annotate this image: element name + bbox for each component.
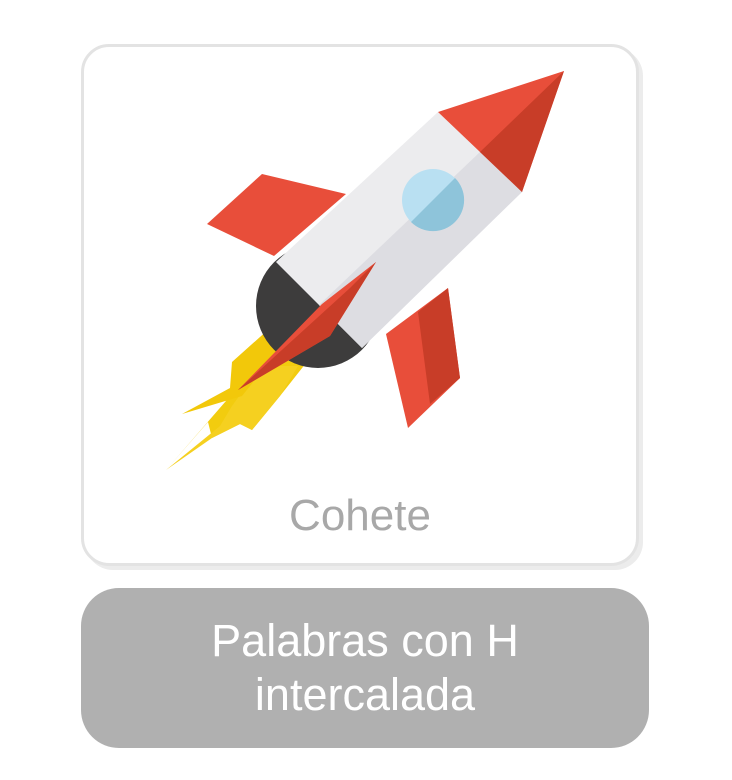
rocket-icon — [166, 71, 564, 470]
category-button[interactable]: Palabras con H intercalada — [81, 588, 649, 748]
word-label: Cohete — [289, 491, 431, 540]
category-label: Palabras con H intercalada — [211, 615, 519, 720]
